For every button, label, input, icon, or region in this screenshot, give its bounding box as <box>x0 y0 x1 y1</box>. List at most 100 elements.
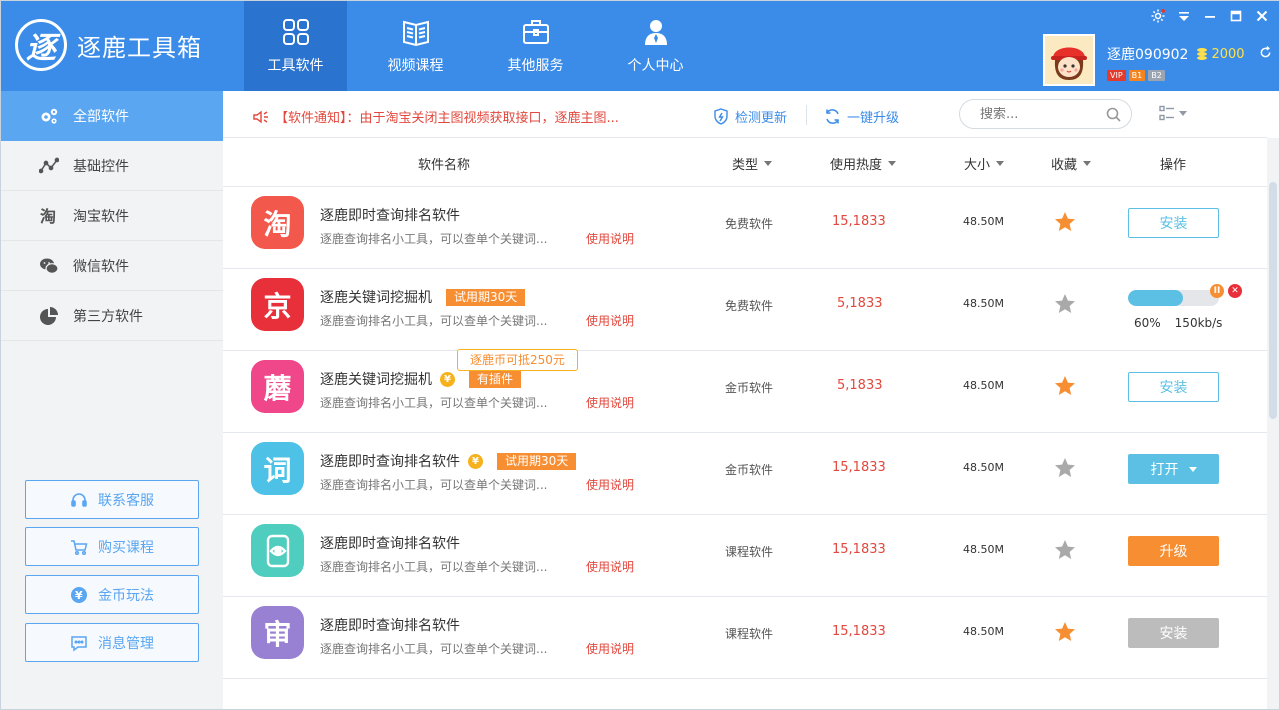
app-icon-glyph: 词 <box>263 453 292 487</box>
avatar[interactable] <box>1043 34 1095 86</box>
app-name-text[interactable]: 逐鹿关键词挖掘机 <box>320 287 432 307</box>
sidebar-item-wechat-software[interactable]: 微信软件 <box>1 241 223 291</box>
toolbar-divider <box>806 105 807 125</box>
status-tag: 有插件 <box>469 370 522 388</box>
row-action-button[interactable]: 安装 <box>1128 618 1219 648</box>
check-update-button[interactable]: 检测更新 <box>713 107 787 126</box>
briefcase-icon <box>522 20 549 44</box>
software-type: 免费软件 <box>725 217 774 231</box>
pause-icon[interactable]: II <box>1210 284 1224 298</box>
app-name-text[interactable]: 逐鹿即时查询排名软件 <box>320 205 460 225</box>
scrollbar-thumb[interactable] <box>1269 182 1277 419</box>
buy-course-button[interactable]: 购买课程 <box>25 527 199 566</box>
app-icon[interactable]: 淘 <box>251 196 304 249</box>
row-action-button[interactable]: 安装 <box>1128 208 1219 238</box>
action-label: 安装 <box>1159 380 1188 396</box>
sync-icon <box>826 109 839 124</box>
table-header: 软件名称 类型 使用热度 大小 收藏 操作 <box>223 138 1267 187</box>
app-icon[interactable]: 词 <box>251 442 304 495</box>
view-mode-toggle[interactable] <box>1159 105 1187 121</box>
coin-play-button[interactable]: ¥ 金币玩法 <box>25 575 199 614</box>
usage-heat: 15,1833 <box>832 624 886 639</box>
user-name[interactable]: 逐鹿090902 <box>1107 44 1188 64</box>
sidebar-item-label: 淘宝软件 <box>73 208 129 225</box>
dropdown-icon[interactable] <box>1175 7 1193 25</box>
message-icon <box>71 635 87 651</box>
minimize-icon[interactable] <box>1201 7 1219 25</box>
one-click-upgrade-button[interactable]: 一键升级 <box>824 107 899 126</box>
action-label: 安装 <box>1159 216 1188 232</box>
book-icon <box>402 20 429 47</box>
close-icon[interactable] <box>1253 7 1271 25</box>
sidebar: 全部软件 基础控件 淘 淘宝软件 微信软件 第三方软件 联系客服 购买课程 ¥ <box>1 91 223 709</box>
side-button-label: 金币玩法 <box>98 587 154 604</box>
nav-tab-video-courses[interactable]: 视频课程 <box>364 1 467 91</box>
favorite-star-icon[interactable] <box>1054 211 1076 233</box>
favorite-star-icon[interactable] <box>1054 621 1076 643</box>
file-size: 48.50M <box>963 379 1004 392</box>
column-header-size[interactable]: 大小 <box>964 154 1005 173</box>
refresh-icon[interactable] <box>1259 45 1272 63</box>
usage-guide-link[interactable]: 使用说明 <box>586 558 634 575</box>
usage-guide-link[interactable]: 使用说明 <box>586 476 634 493</box>
table-row: 淘 逐鹿即时查询排名软件 逐鹿查询排名小工具，可以查单个关键词... 使用说明 … <box>223 187 1267 269</box>
search-icon[interactable] <box>1106 107 1121 122</box>
search-input[interactable] <box>980 106 1090 122</box>
software-notice[interactable]: 【软件通知】：由于淘宝关闭主图视频获取接口，逐鹿主图... <box>253 107 619 126</box>
app-icon[interactable]: 审 <box>251 606 304 659</box>
column-header-hot[interactable]: 使用热度 <box>830 154 897 173</box>
app-icon[interactable]: 蘑 <box>251 360 304 413</box>
contact-support-button[interactable]: 联系客服 <box>25 480 199 519</box>
user-panel: 逐鹿090902 2000 VIP B1 B2 <box>1043 34 1272 86</box>
cancel-download-icon[interactable]: ✕ <box>1228 284 1242 298</box>
sidebar-item-taobao-software[interactable]: 淘 淘宝软件 <box>1 191 223 241</box>
app-name-text[interactable]: 逐鹿即时查询排名软件 <box>320 615 460 635</box>
sidebar-item-third-party-software[interactable]: 第三方软件 <box>1 291 223 341</box>
main-nav: 工具软件 视频课程 其他服务 个人中心 <box>244 1 724 91</box>
scrollbar-track[interactable] <box>1267 138 1279 709</box>
side-button-label: 消息管理 <box>98 635 154 652</box>
usage-heat: 5,1833 <box>837 296 883 311</box>
settings-icon[interactable] <box>1149 7 1167 25</box>
sidebar-item-all-software[interactable]: 全部软件 <box>1 91 223 141</box>
favorite-star-icon[interactable] <box>1054 375 1076 397</box>
app-icon-glyph: 蘑 <box>263 371 292 405</box>
app-icon[interactable] <box>251 524 304 577</box>
favorite-star-icon[interactable] <box>1054 293 1076 315</box>
usage-guide-link[interactable]: 使用说明 <box>586 230 634 247</box>
file-size: 48.50M <box>963 625 1004 638</box>
sort-caret-icon <box>888 161 897 166</box>
chevron-down-icon <box>1188 466 1197 472</box>
column-header-type[interactable]: 类型 <box>732 154 773 173</box>
message-management-button[interactable]: 消息管理 <box>25 623 199 662</box>
app-icon[interactable]: 京 <box>251 278 304 331</box>
maximize-icon[interactable] <box>1227 7 1245 25</box>
nav-tab-tools[interactable]: 工具软件 <box>244 1 347 91</box>
taobao-icon: 淘 <box>40 207 56 226</box>
column-header-favorite[interactable]: 收藏 <box>1051 154 1092 173</box>
usage-guide-link[interactable]: 使用说明 <box>586 394 634 411</box>
coin-icon: ¥ <box>440 371 455 387</box>
usage-heat: 15,1833 <box>832 542 886 557</box>
app-name-text[interactable]: 逐鹿关键词挖掘机 <box>320 369 432 389</box>
header-label: 使用热度 <box>830 158 883 173</box>
usage-guide-link[interactable]: 使用说明 <box>586 312 634 329</box>
file-size: 48.50M <box>963 543 1004 556</box>
row-action-button[interactable]: 打开 <box>1128 454 1219 484</box>
app-name-text[interactable]: 逐鹿即时查询排名软件 <box>320 451 460 471</box>
software-type: 金币软件 <box>725 381 774 395</box>
usage-guide-link[interactable]: 使用说明 <box>586 640 634 657</box>
favorite-star-icon[interactable] <box>1054 539 1076 561</box>
favorite-star-icon[interactable] <box>1054 457 1076 479</box>
app-description: 逐鹿查询排名小工具，可以查单个关键词... <box>320 560 548 574</box>
nav-tab-personal-center[interactable]: 个人中心 <box>604 1 707 91</box>
status-tag: 试用期30天 <box>446 288 526 306</box>
nav-tab-other-services[interactable]: 其他服务 <box>484 1 587 91</box>
sidebar-item-basic-controls[interactable]: 基础控件 <box>1 141 223 191</box>
row-action-button[interactable]: 升级 <box>1128 536 1219 566</box>
row-action-button[interactable]: 安装 <box>1128 372 1219 402</box>
nav-tab-label: 其他服务 <box>507 58 564 74</box>
app-name-text[interactable]: 逐鹿即时查询排名软件 <box>320 533 460 553</box>
svg-text:¥: ¥ <box>75 589 83 602</box>
gears-icon <box>41 108 58 124</box>
